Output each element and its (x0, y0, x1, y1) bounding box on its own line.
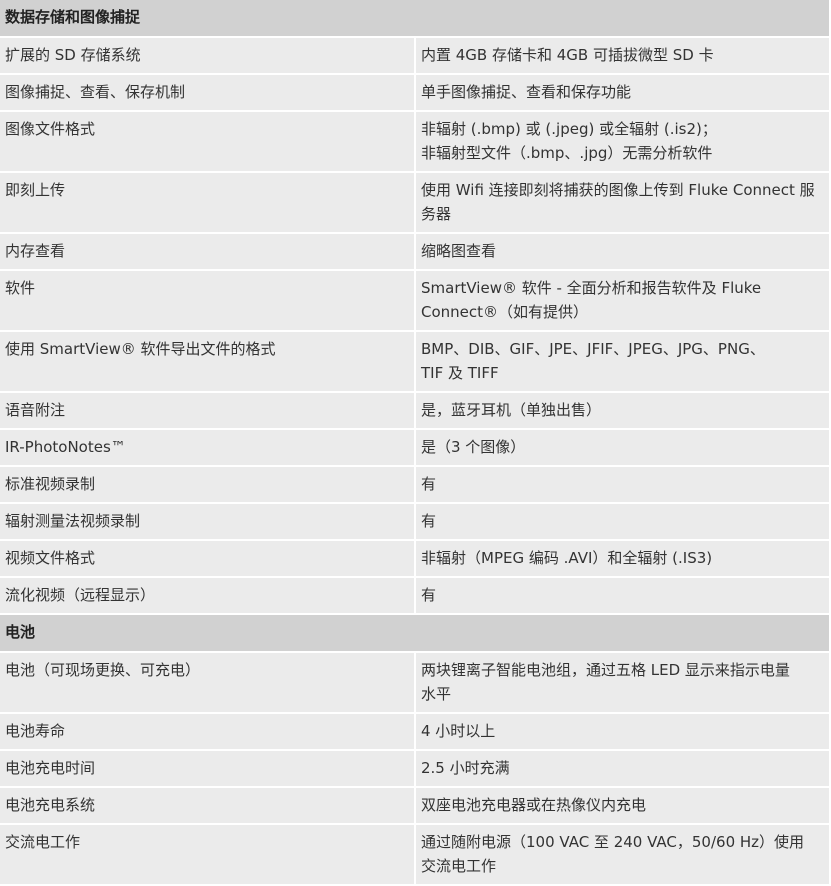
table-row: 辐射测量法视频录制有 (0, 504, 830, 539)
spec-value-line: 有 (421, 586, 437, 604)
table-row: 内存查看 缩略图查看 (0, 234, 830, 269)
table-row: 图像捕捉、查看、保存机制 单手图像捕捉、查看和保存功能 (0, 75, 830, 110)
spec-value-line: 两块锂离子智能电池组，通过五格 LED 显示来指示电量 (421, 661, 790, 679)
spec-value: 缩略图查看 (416, 234, 830, 269)
spec-value: 通过随附电源（100 VAC 至 240 VAC，50/60 Hz）使用 交流电工… (416, 825, 830, 884)
spec-label: 软件 (0, 271, 414, 330)
spec-value-line: 是（3 个图像） (421, 438, 526, 456)
spec-value-line: 单手图像捕捉、查看和保存功能 (421, 83, 632, 101)
spec-value: 2.5 小时充满 (416, 751, 830, 786)
spec-value-line: BMP、DIB、GIF、JPE、JFIF、JPEG、JPG、PNG、 (421, 340, 765, 358)
table-row: 视频文件格式 非辐射（MPEG 编码 .AVI）和全辐射 (.IS3) (0, 541, 830, 576)
spec-label: 使用 SmartView® 软件导出文件的格式 (0, 332, 414, 391)
spec-value: 是，蓝牙耳机（单独出售） (416, 393, 830, 428)
spec-value: 使用 Wifi 连接即刻将捕获的图像上传到 Fluke Connect 服务器 (416, 173, 830, 232)
spec-label: 图像捕捉、查看、保存机制 (0, 75, 414, 110)
spec-value-line: 内置 4GB 存储卡和 4GB 可插拔微型 SD 卡 (421, 46, 714, 64)
spec-label: IR-PhotoNotes™ (0, 430, 414, 465)
spec-value-line: 交流电工作 (421, 857, 497, 875)
spec-value: 两块锂离子智能电池组，通过五格 LED 显示来指示电量 水平 (416, 653, 830, 712)
spec-value-line: 使用 Wifi 连接即刻将捕获的图像上传到 Fluke Connect 服 (421, 181, 815, 199)
spec-value: 有 (416, 467, 830, 502)
spec-value-line: 通过随附电源（100 VAC 至 240 VAC，50/60 Hz）使用 (421, 833, 805, 851)
spec-value-line: 2.5 小时充满 (421, 759, 510, 777)
table-row: 使用 SmartView® 软件导出文件的格式 BMP、DIB、GIF、JPE、J… (0, 332, 830, 391)
table-row: 软件 SmartView® 软件 - 全面分析和报告软件及 Fluke Connec… (0, 271, 830, 330)
spec-label: 标准视频录制 (0, 467, 414, 502)
spec-value: 内置 4GB 存储卡和 4GB 可插拔微型 SD 卡 (416, 38, 830, 73)
section-header: 数据存储和图像捕捉 (0, 0, 830, 36)
spec-value-line: 务器 (421, 205, 452, 223)
spec-value-line: 是，蓝牙耳机（单独出售） (421, 401, 602, 419)
spec-value-line: 有 (421, 512, 437, 530)
table-row: 交流电工作 通过随附电源（100 VAC 至 240 VAC，50/60 Hz）使… (0, 825, 830, 884)
spec-value: SmartView® 软件 - 全面分析和报告软件及 Fluke Connect®… (416, 271, 830, 330)
section-title: 电池 (0, 615, 830, 651)
spec-value-line: SmartView® 软件 - 全面分析和报告软件及 Fluke (421, 279, 762, 297)
spec-value: 有 (416, 578, 830, 613)
table-row: 图像文件格式 非辐射 (.bmp) 或 (.jpeg) 或全辐射 (.is2)；非… (0, 112, 830, 171)
table-row: 电池寿命 4 小时以上 (0, 714, 830, 749)
spec-value-line: Connect®（如有提供） (421, 303, 589, 321)
spec-label: 图像文件格式 (0, 112, 414, 171)
spec-value-line: 双座电池充电器或在热像仪内充电 (421, 796, 647, 814)
table-row: IR-PhotoNotes™ 是（3 个图像） (0, 430, 830, 465)
table-row: 扩展的 SD 存储系统 内置 4GB 存储卡和 4GB 可插拔微型 SD 卡 (0, 38, 830, 73)
spec-value-line: 水平 (421, 685, 452, 703)
spec-value: 单手图像捕捉、查看和保存功能 (416, 75, 830, 110)
spec-label: 即刻上传 (0, 173, 414, 232)
spec-label: 电池寿命 (0, 714, 414, 749)
table-row: 标准视频录制有 (0, 467, 830, 502)
spec-value: 非辐射（MPEG 编码 .AVI）和全辐射 (.IS3) (416, 541, 830, 576)
spec-value: BMP、DIB、GIF、JPE、JFIF、JPEG、JPG、PNG、 TIF 及 … (416, 332, 830, 391)
spec-label: 扩展的 SD 存储系统 (0, 38, 414, 73)
spec-label: 电池充电时间 (0, 751, 414, 786)
table-row: 流化视频（远程显示） 有 (0, 578, 830, 613)
spec-label: 交流电工作 (0, 825, 414, 884)
spec-label: 电池（可现场更换、可充电） (0, 653, 414, 712)
spec-value: 有 (416, 504, 830, 539)
spec-label: 内存查看 (0, 234, 414, 269)
table-row: 电池充电时间 2.5 小时充满 (0, 751, 830, 786)
spec-table-body: 数据存储和图像捕捉 扩展的 SD 存储系统 内置 4GB 存储卡和 4GB 可插拔微… (0, 0, 830, 884)
section-header: 电池 (0, 615, 830, 651)
table-row: 语音附注 是，蓝牙耳机（单独出售） (0, 393, 830, 428)
spec-value: 双座电池充电器或在热像仪内充电 (416, 788, 830, 823)
table-row: 即刻上传 使用 Wifi 连接即刻将捕获的图像上传到 Fluke Connect … (0, 173, 830, 232)
table-row: 电池充电系统 双座电池充电器或在热像仪内充电 (0, 788, 830, 823)
spec-value-line: 有 (421, 475, 437, 493)
spec-value-line: 4 小时以上 (421, 722, 496, 740)
spec-value: 是（3 个图像） (416, 430, 830, 465)
spec-value-line: 非辐射（MPEG 编码 .AVI）和全辐射 (.IS3) (421, 549, 713, 567)
table-row: 电池（可现场更换、可充电） 两块锂离子智能电池组，通过五格 LED 显示来指示电量… (0, 653, 830, 712)
spec-label: 语音附注 (0, 393, 414, 428)
spec-value-line: 缩略图查看 (421, 242, 497, 260)
spec-value: 非辐射 (.bmp) 或 (.jpeg) 或全辐射 (.is2)； 非辐射型文件（… (416, 112, 830, 171)
spec-label: 流化视频（远程显示） (0, 578, 414, 613)
spec-table: 数据存储和图像捕捉 扩展的 SD 存储系统 内置 4GB 存储卡和 4GB 可插拔微… (0, 0, 831, 886)
spec-label: 视频文件格式 (0, 541, 414, 576)
spec-label: 电池充电系统 (0, 788, 414, 823)
spec-value: 4 小时以上 (416, 714, 830, 749)
spec-value-line: TIF 及 TIFF (421, 364, 499, 382)
spec-label: 辐射测量法视频录制 (0, 504, 414, 539)
spec-value-line: 非辐射 (.bmp) 或 (.jpeg) 或全辐射 (.is2)； (421, 120, 717, 138)
section-title: 数据存储和图像捕捉 (0, 0, 830, 36)
spec-value-line: 非辐射型文件（.bmp、.jpg）无需分析软件 (421, 144, 713, 162)
